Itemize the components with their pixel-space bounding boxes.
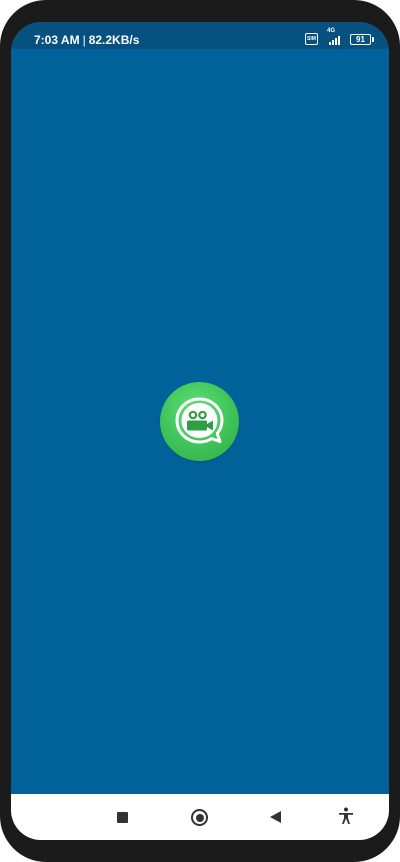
battery-icon: 91 <box>350 33 374 45</box>
network-speed: 82.2KB/s <box>88 33 140 47</box>
app-logo <box>160 382 239 461</box>
video-camera-chat-bubble-icon <box>175 397 224 444</box>
accessibility-icon <box>339 807 353 824</box>
signal-bars <box>329 36 340 45</box>
recents-button[interactable] <box>117 812 128 823</box>
home-button[interactable] <box>191 809 208 826</box>
phone-frame: 7:03 AM | 82.2KB/s SIM 4G 91 <box>0 0 400 862</box>
screen: 7:03 AM | 82.2KB/s SIM 4G 91 <box>11 22 389 840</box>
status-time: 7:03 AM <box>34 33 80 47</box>
status-left: 7:03 AM | 82.2KB/s <box>34 33 139 47</box>
battery-level: 91 <box>356 34 365 44</box>
sim-icon: SIM <box>305 33 318 45</box>
status-icons: SIM 4G 91 <box>305 28 374 46</box>
network-type-label: 4G <box>327 28 336 34</box>
signal-icon: 4G <box>327 28 341 45</box>
status-separator: | <box>82 33 86 47</box>
accessibility-button[interactable] <box>338 807 354 825</box>
status-bar: 7:03 AM | 82.2KB/s SIM 4G 91 <box>11 22 389 49</box>
back-button[interactable] <box>270 811 281 823</box>
navigation-bar <box>11 794 389 840</box>
